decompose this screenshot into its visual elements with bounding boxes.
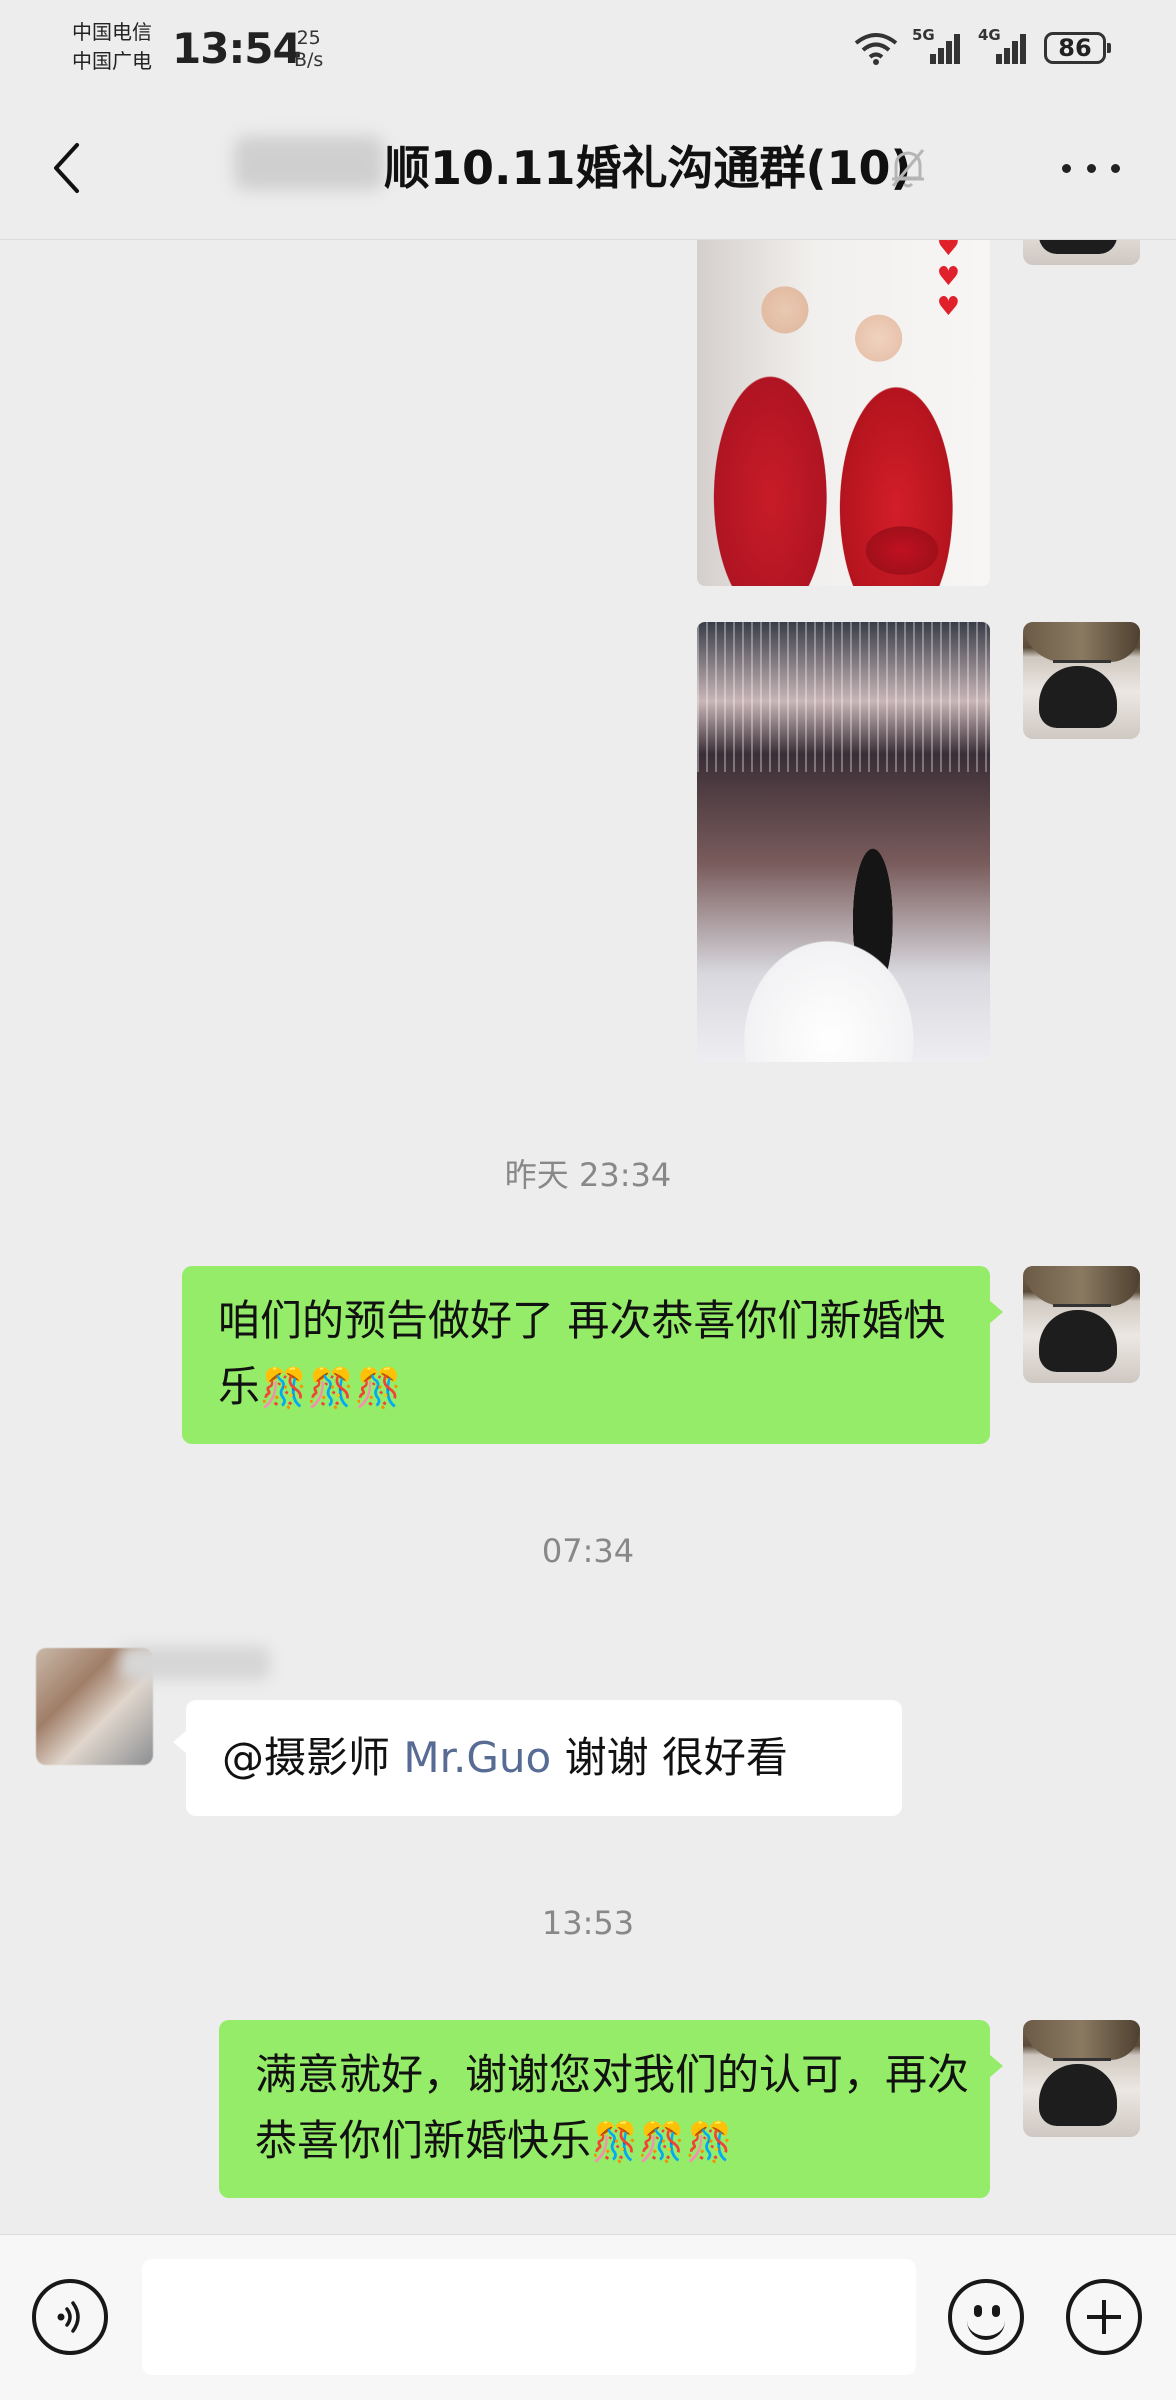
sender-name-redaction bbox=[120, 1646, 270, 1680]
carrier-2: 中国广电 bbox=[72, 49, 152, 73]
message-timestamp: 昨天 23:34 bbox=[504, 1156, 672, 1194]
battery-icon: 86 bbox=[1044, 32, 1111, 64]
input-bar bbox=[0, 2234, 1176, 2400]
dot-icon bbox=[1086, 163, 1096, 173]
mention-prefix: @摄影师 bbox=[222, 1733, 404, 1782]
image-message[interactable]: ♥ ♥ ♥ bbox=[697, 240, 990, 586]
net-speed-value: 25 bbox=[296, 27, 321, 49]
my-avatar[interactable] bbox=[1023, 2020, 1140, 2137]
message-timestamp: 13:53 bbox=[541, 1904, 635, 1942]
signal-5g-icon: 5G bbox=[912, 26, 964, 66]
text-message-bubble[interactable]: 满意就好，谢谢您对我们的认可，再次恭喜你们新婚快乐🎊🎊🎊 bbox=[219, 2020, 1003, 2198]
voice-input-button[interactable] bbox=[32, 2279, 108, 2355]
dot-icon bbox=[1062, 163, 1071, 173]
text-message-bubble[interactable]: @摄影师 Mr.Guo 谢谢 很好看 bbox=[173, 1700, 902, 1816]
carrier-info: 中国电信 中国广电 bbox=[72, 18, 152, 76]
more-options-button[interactable] bbox=[1062, 148, 1120, 188]
dot-icon bbox=[1111, 163, 1120, 173]
wifi-icon bbox=[854, 33, 898, 65]
message-input[interactable] bbox=[142, 2259, 916, 2375]
signal-4g-icon: 4G bbox=[978, 26, 1030, 66]
net-speed-unit: B/s bbox=[294, 49, 324, 71]
net-speed: 25 B/s bbox=[294, 27, 323, 71]
message-list[interactable]: ♥ ♥ ♥ 昨天 23:34 咱们的预告做好了 再次恭喜你们新婚快乐🎊🎊🎊 07:3… bbox=[0, 240, 1176, 2234]
my-avatar[interactable] bbox=[1023, 622, 1140, 739]
emoji-button[interactable] bbox=[948, 2279, 1024, 2355]
fireworks-emoji-icon: 🎊🎊🎊 bbox=[260, 1366, 402, 1410]
my-avatar[interactable] bbox=[1023, 1266, 1140, 1383]
status-time: 13:54 bbox=[172, 24, 302, 73]
message-text: 谢谢 很好看 bbox=[551, 1733, 788, 1782]
back-button[interactable] bbox=[36, 138, 96, 198]
chat-title: 顺10.11婚礼沟通群(10) bbox=[384, 141, 912, 195]
message-timestamp: 07:34 bbox=[541, 1532, 635, 1570]
smiley-mouth bbox=[967, 2316, 1005, 2340]
status-bar: 中国电信 中国广电 13:54 25 B/s 5G 4G 86 bbox=[0, 0, 1176, 98]
fireworks-emoji-icon: 🎊🎊🎊 bbox=[591, 2120, 733, 2164]
battery-level: 86 bbox=[1058, 34, 1092, 62]
mention-link[interactable]: Mr.Guo bbox=[403, 1733, 551, 1782]
heart-decoration-icon: ♥ ♥ ♥ bbox=[936, 240, 960, 322]
chevron-left-icon bbox=[54, 143, 79, 193]
carrier-1: 中国电信 bbox=[72, 20, 152, 44]
status-icons: 5G 4G 86 bbox=[854, 26, 1111, 66]
more-functions-button[interactable] bbox=[1066, 2279, 1142, 2355]
mute-bell-icon bbox=[888, 146, 928, 194]
title-redaction bbox=[234, 136, 384, 190]
my-avatar[interactable] bbox=[1023, 240, 1140, 265]
chat-header: 顺10.11婚礼沟通群(10) bbox=[0, 98, 1176, 240]
voice-icon bbox=[57, 2301, 80, 2333]
text-message-bubble[interactable]: 咱们的预告做好了 再次恭喜你们新婚快乐🎊🎊🎊 bbox=[182, 1266, 1003, 1444]
image-message[interactable] bbox=[697, 622, 990, 1062]
